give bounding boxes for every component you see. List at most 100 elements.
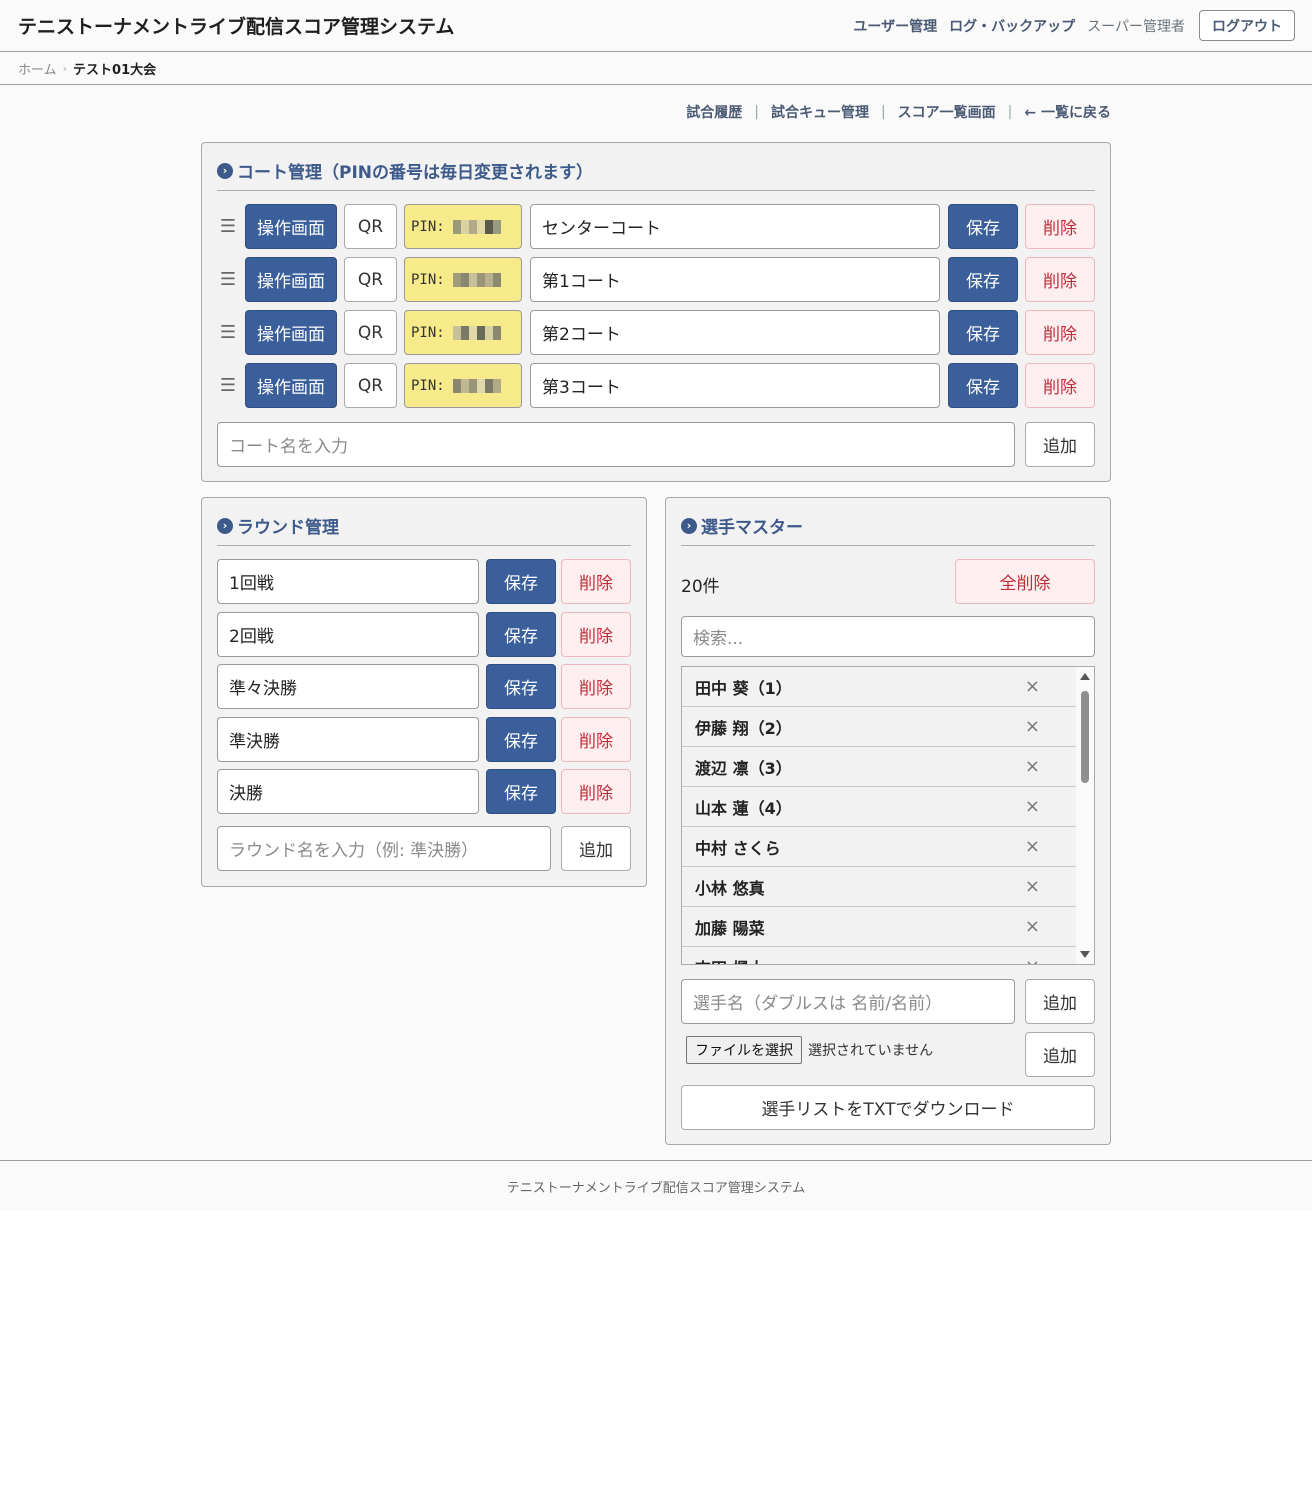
scroll-down-arrow-icon[interactable] [1080, 951, 1090, 958]
player-name: 小林 悠真 [695, 878, 765, 898]
qr-button[interactable]: QR [344, 363, 397, 408]
match-history-link[interactable]: 試合履歴 [686, 102, 742, 122]
new-round-input[interactable]: ラウンド名を入力（例: 準決勝） [217, 826, 551, 871]
control-screen-button[interactable]: 操作画面 [245, 363, 337, 408]
sub-nav: 試合履歴 | 試合キュー管理 | スコア一覧画面 | ← 一覧に戻る [686, 102, 1111, 122]
court-name-input[interactable]: 第2コート [530, 310, 940, 355]
control-screen-button[interactable]: 操作画面 [245, 204, 337, 249]
download-player-list-button[interactable]: 選手リストをTXTでダウンロード [681, 1085, 1095, 1130]
court-row: ☰ 操作画面 QR PIN: 第1コート 保存 削除 [217, 257, 1095, 302]
court-pin: PIN: [404, 204, 522, 249]
delete-round-button[interactable]: 削除 [561, 611, 631, 657]
round-management-card: › ラウンド管理 1回戦 保存 削除 2回戦 保存 削除 準々決勝 保存 削除 準決勝 保存 削除 決勝… [201, 497, 647, 887]
qr-button[interactable]: QR [344, 257, 397, 302]
chevron-right-circle-icon: › [217, 162, 233, 179]
round-name-input[interactable]: 準々決勝 [217, 664, 479, 709]
delete-court-button[interactable]: 削除 [1025, 363, 1095, 408]
pin-prefix: PIN: [411, 377, 445, 394]
drag-handle-icon[interactable]: ☰ [217, 322, 239, 343]
remove-player-icon[interactable]: × [1025, 756, 1040, 777]
file-upload-row: ファイルを選択 選択されていません [686, 1036, 933, 1064]
score-list-link[interactable]: スコア一覧画面 [898, 102, 996, 122]
player-list-item: 伊藤 翔（2） × [682, 707, 1076, 747]
logout-button[interactable]: ログアウト [1199, 10, 1295, 41]
delete-all-players-button[interactable]: 全削除 [955, 559, 1095, 604]
save-round-button[interactable]: 保存 [486, 559, 556, 604]
add-round-button[interactable]: 追加 [561, 826, 631, 871]
player-list-item: 吉田 楓太 × [682, 947, 1076, 965]
save-court-button[interactable]: 保存 [948, 257, 1018, 302]
remove-player-icon[interactable]: × [1025, 716, 1040, 737]
remove-player-icon[interactable]: × [1025, 956, 1040, 964]
breadcrumb-home[interactable]: ホーム [18, 59, 57, 78]
remove-player-icon[interactable]: × [1025, 676, 1040, 697]
court-name-input[interactable]: 第3コート [530, 363, 940, 408]
save-court-button[interactable]: 保存 [948, 363, 1018, 408]
control-screen-button[interactable]: 操作画面 [245, 257, 337, 302]
save-round-button[interactable]: 保存 [486, 769, 556, 814]
add-court-button[interactable]: 追加 [1025, 422, 1095, 467]
delete-court-button[interactable]: 削除 [1025, 257, 1095, 302]
round-row: 2回戦 保存 削除 [217, 611, 631, 657]
save-round-button[interactable]: 保存 [486, 716, 556, 762]
app-title: テニストーナメントライブ配信スコア管理システム [18, 16, 455, 38]
delete-court-button[interactable]: 削除 [1025, 310, 1095, 355]
player-name: 吉田 楓太 [695, 955, 765, 965]
drag-handle-icon[interactable]: ☰ [217, 375, 239, 396]
pin-mask [452, 378, 501, 393]
round-name-input[interactable]: 2回戦 [217, 611, 479, 657]
drag-handle-icon[interactable]: ☰ [217, 216, 239, 237]
new-player-input[interactable]: 選手名（ダブルスは 名前/名前） [681, 979, 1015, 1024]
user-management-link[interactable]: ユーザー管理 [853, 16, 937, 36]
delete-round-button[interactable]: 削除 [561, 769, 631, 814]
match-queue-link[interactable]: 試合キュー管理 [771, 102, 869, 122]
breadcrumb-separator: › [62, 61, 68, 75]
delete-court-button[interactable]: 削除 [1025, 204, 1095, 249]
footer: テニストーナメントライブ配信スコア管理システム [0, 1160, 1312, 1211]
top-nav: ユーザー管理 ログ・バックアップ スーパー管理者 ログアウト [853, 10, 1295, 41]
delete-round-button[interactable]: 削除 [561, 716, 631, 762]
remove-player-icon[interactable]: × [1025, 836, 1040, 857]
scroll-thumb[interactable] [1081, 691, 1089, 783]
player-list-scrollbar[interactable] [1076, 667, 1094, 964]
remove-player-icon[interactable]: × [1025, 916, 1040, 937]
remove-player-icon[interactable]: × [1025, 876, 1040, 897]
remove-player-icon[interactable]: × [1025, 796, 1040, 817]
choose-file-button[interactable]: ファイルを選択 [686, 1036, 802, 1064]
delete-round-button[interactable]: 削除 [561, 664, 631, 709]
new-court-input[interactable]: コート名を入力 [217, 422, 1015, 467]
court-name-input[interactable]: センターコート [530, 204, 940, 249]
back-to-list-link[interactable]: ← 一覧に戻る [1024, 102, 1111, 122]
court-card-title: › コート管理（PINの番号は毎日変更されます） [217, 143, 1095, 191]
current-user-label: スーパー管理者 [1087, 18, 1185, 35]
court-management-card: › コート管理（PINの番号は毎日変更されます） ☰ 操作画面 QR PIN: センター… [201, 142, 1111, 482]
player-search-input[interactable]: 検索... [681, 616, 1095, 657]
scroll-up-arrow-icon[interactable] [1080, 673, 1090, 680]
player-list-item: 山本 蓮（4） × [682, 787, 1076, 827]
delete-round-button[interactable]: 削除 [561, 559, 631, 604]
player-list-item: 小林 悠真 × [682, 867, 1076, 907]
save-court-button[interactable]: 保存 [948, 204, 1018, 249]
log-backup-link[interactable]: ログ・バックアップ [949, 16, 1075, 36]
round-name-input[interactable]: 準決勝 [217, 716, 479, 762]
court-name-input[interactable]: 第1コート [530, 257, 940, 302]
save-round-button[interactable]: 保存 [486, 664, 556, 709]
control-screen-button[interactable]: 操作画面 [245, 310, 337, 355]
court-pin: PIN: [404, 257, 522, 302]
pin-mask [452, 219, 501, 234]
save-court-button[interactable]: 保存 [948, 310, 1018, 355]
save-round-button[interactable]: 保存 [486, 611, 556, 657]
player-name: 田中 葵（1） [695, 678, 792, 698]
player-name: 伊藤 翔（2） [695, 718, 792, 738]
player-list: 田中 葵（1） × 伊藤 翔（2） × 渡辺 凛（3） × 山本 蓮（4） × 中村 さくら × 小… [681, 666, 1095, 965]
qr-button[interactable]: QR [344, 204, 397, 249]
add-player-button[interactable]: 追加 [1025, 979, 1095, 1024]
drag-handle-icon[interactable]: ☰ [217, 269, 239, 290]
file-add-button[interactable]: 追加 [1025, 1032, 1095, 1077]
qr-button[interactable]: QR [344, 310, 397, 355]
pin-prefix: PIN: [411, 324, 445, 341]
pin-prefix: PIN: [411, 271, 445, 288]
round-name-input[interactable]: 決勝 [217, 769, 479, 814]
round-name-input[interactable]: 1回戦 [217, 559, 479, 604]
pin-mask [452, 325, 501, 340]
